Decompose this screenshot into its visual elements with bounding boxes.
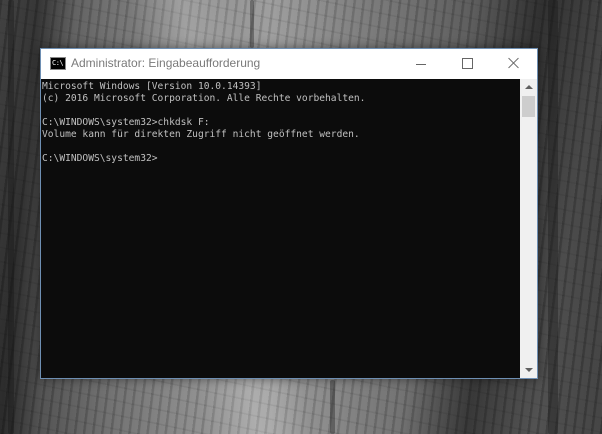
console-window[interactable]: C:\ Administrator: Eingabeaufforderung M…	[40, 48, 538, 379]
console-line: Microsoft Windows [Version 10.0.14393]	[42, 81, 262, 92]
maximize-icon	[462, 58, 473, 69]
scroll-up-arrow-icon	[525, 85, 533, 89]
title-bar[interactable]: C:\ Administrator: Eingabeaufforderung	[41, 49, 537, 79]
minimize-button[interactable]	[398, 49, 444, 79]
window-title: Administrator: Eingabeaufforderung	[71, 56, 261, 70]
scroll-down-arrow-icon	[525, 368, 533, 372]
minimize-icon	[416, 64, 426, 65]
cmd-icon-text: C:\	[52, 59, 64, 67]
console-line: C:\WINDOWS\system32>chkdsk F:	[42, 117, 210, 128]
close-button[interactable]	[491, 49, 537, 79]
rock-streak	[548, 0, 558, 434]
scroll-down-button[interactable]	[520, 361, 537, 378]
rock-streak	[330, 380, 335, 434]
rock-streak	[250, 0, 254, 48]
close-icon	[508, 57, 520, 69]
console-prompt-line[interactable]: C:\WINDOWS\system32>	[42, 153, 158, 165]
console-output[interactable]: Microsoft Windows [Version 10.0.14393] (…	[41, 79, 520, 378]
rock-streak	[8, 0, 14, 434]
cmd-icon[interactable]: C:\	[50, 57, 66, 70]
console-line: Volume kann für direkten Zugriff nicht g…	[42, 129, 360, 140]
scroll-thumb[interactable]	[522, 96, 535, 117]
vertical-scrollbar[interactable]	[520, 79, 537, 378]
maximize-button[interactable]	[444, 49, 490, 79]
console-line: (c) 2016 Microsoft Corporation. Alle Rec…	[42, 93, 366, 104]
scroll-up-button[interactable]	[520, 79, 537, 96]
